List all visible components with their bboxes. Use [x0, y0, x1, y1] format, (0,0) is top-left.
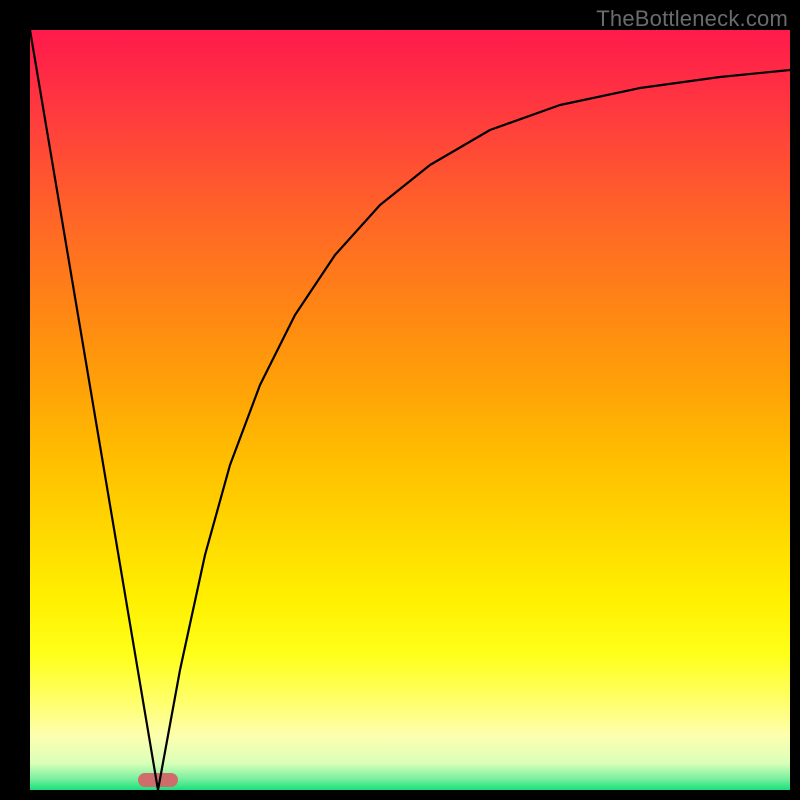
chart-frame: TheBottleneck.com — [0, 0, 800, 800]
watermark-text: TheBottleneck.com — [596, 6, 788, 32]
bottleneck-curve — [30, 30, 790, 790]
plot-area — [30, 30, 790, 790]
